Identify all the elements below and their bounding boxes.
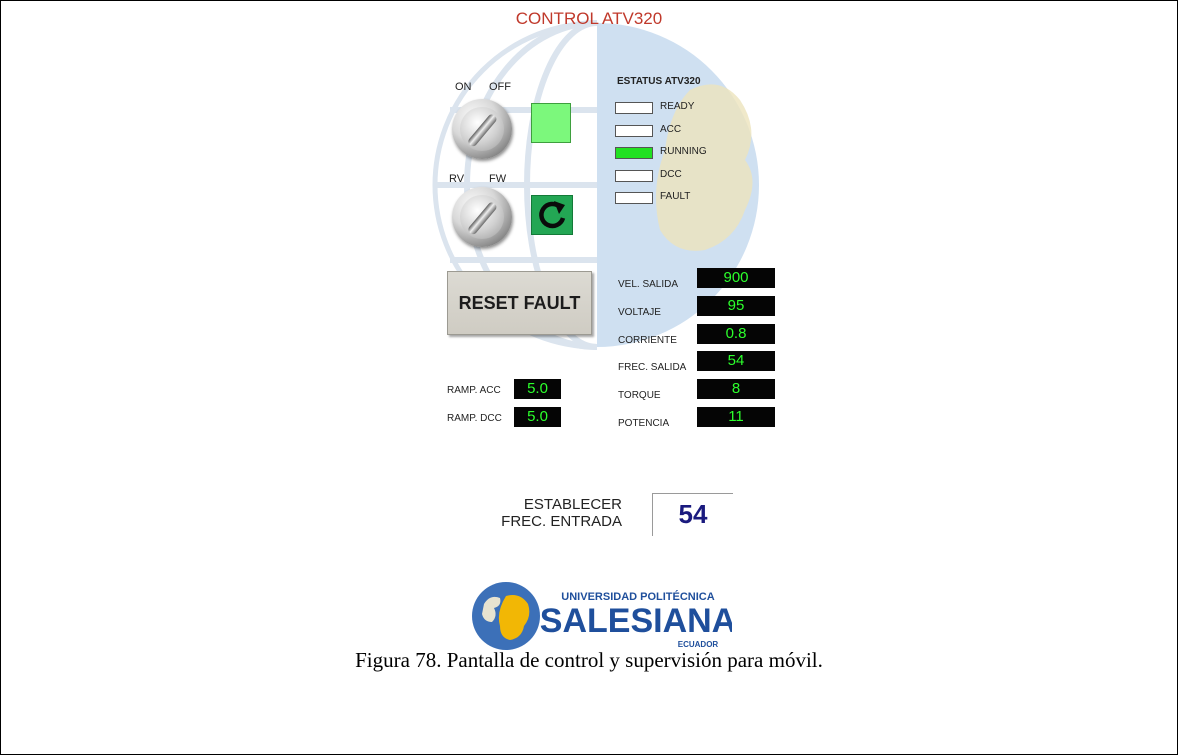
measurement-label: POTENCIA <box>618 418 670 429</box>
switch-knob-icon <box>460 195 504 239</box>
direction-indicator <box>531 195 573 235</box>
status-lamp <box>615 192 653 204</box>
measurement-label: TORQUE <box>618 390 661 402</box>
setpoint-label-line2: FREC. ENTRADA <box>501 513 622 530</box>
direction-fw-label: FW <box>489 173 507 185</box>
status-label: RUNNING <box>660 146 707 157</box>
switch-knob-icon <box>460 107 504 151</box>
figure-caption: Figura 78. Pantalla de control y supervi… <box>355 648 823 672</box>
ramp-value[interactable]: 5.0 <box>514 407 561 427</box>
status-label: FAULT <box>660 191 691 202</box>
status-panel-title: ESTATUS ATV320 <box>617 76 701 87</box>
measurement-value: 95 <box>697 295 775 316</box>
direction-selector-switch[interactable] <box>452 187 512 247</box>
status-lamp <box>615 147 653 159</box>
status-lamp <box>615 124 653 137</box>
screen-title: CONTROL ATV320 <box>515 9 663 28</box>
measurement-label: VOLTAJE <box>618 306 661 318</box>
ramp-label: RAMP. ACC <box>447 385 501 396</box>
ramp-value[interactable]: 5.0 <box>514 379 561 399</box>
logo-line2: SALESIANA <box>540 602 732 640</box>
setpoint-label-line1: ESTABLECER <box>523 496 622 513</box>
status-lamp <box>615 102 653 114</box>
ramp-label: RAMP. DCC <box>447 413 502 424</box>
measurement-label: VEL. SALIDA <box>618 279 679 290</box>
power-off-label: OFF <box>489 81 511 93</box>
status-label: DCC <box>660 168 682 180</box>
setpoint-value: 54 <box>678 499 708 529</box>
measurement-value: 0.8 <box>697 323 775 344</box>
measurement-value: 11 <box>697 407 775 427</box>
setpoint-input[interactable]: 54 <box>652 493 733 536</box>
status-lamp <box>615 169 653 182</box>
measurement-value: 54 <box>697 351 775 372</box>
status-label: ACC <box>660 123 682 135</box>
measurement-value: 900 <box>697 268 775 288</box>
rotate-clockwise-icon <box>539 201 566 229</box>
power-selector-switch[interactable] <box>452 99 512 159</box>
measurement-value: 8 <box>697 379 775 400</box>
status-label: READY <box>660 101 695 112</box>
reset-fault-button[interactable]: RESET FAULT <box>447 271 592 335</box>
power-on-indicator <box>531 103 571 143</box>
setpoint-label: ESTABLECER FREC. ENTRADA <box>470 496 622 530</box>
university-logo: UNIVERSIDAD POLITÉCNICA SALESIANA ECUADO… <box>472 582 732 650</box>
power-on-label: ON <box>455 81 472 93</box>
direction-rv-label: RV <box>449 173 465 185</box>
measurement-label: CORRIENTE <box>618 334 677 346</box>
measurement-label: FREC. SALIDA <box>618 362 687 374</box>
